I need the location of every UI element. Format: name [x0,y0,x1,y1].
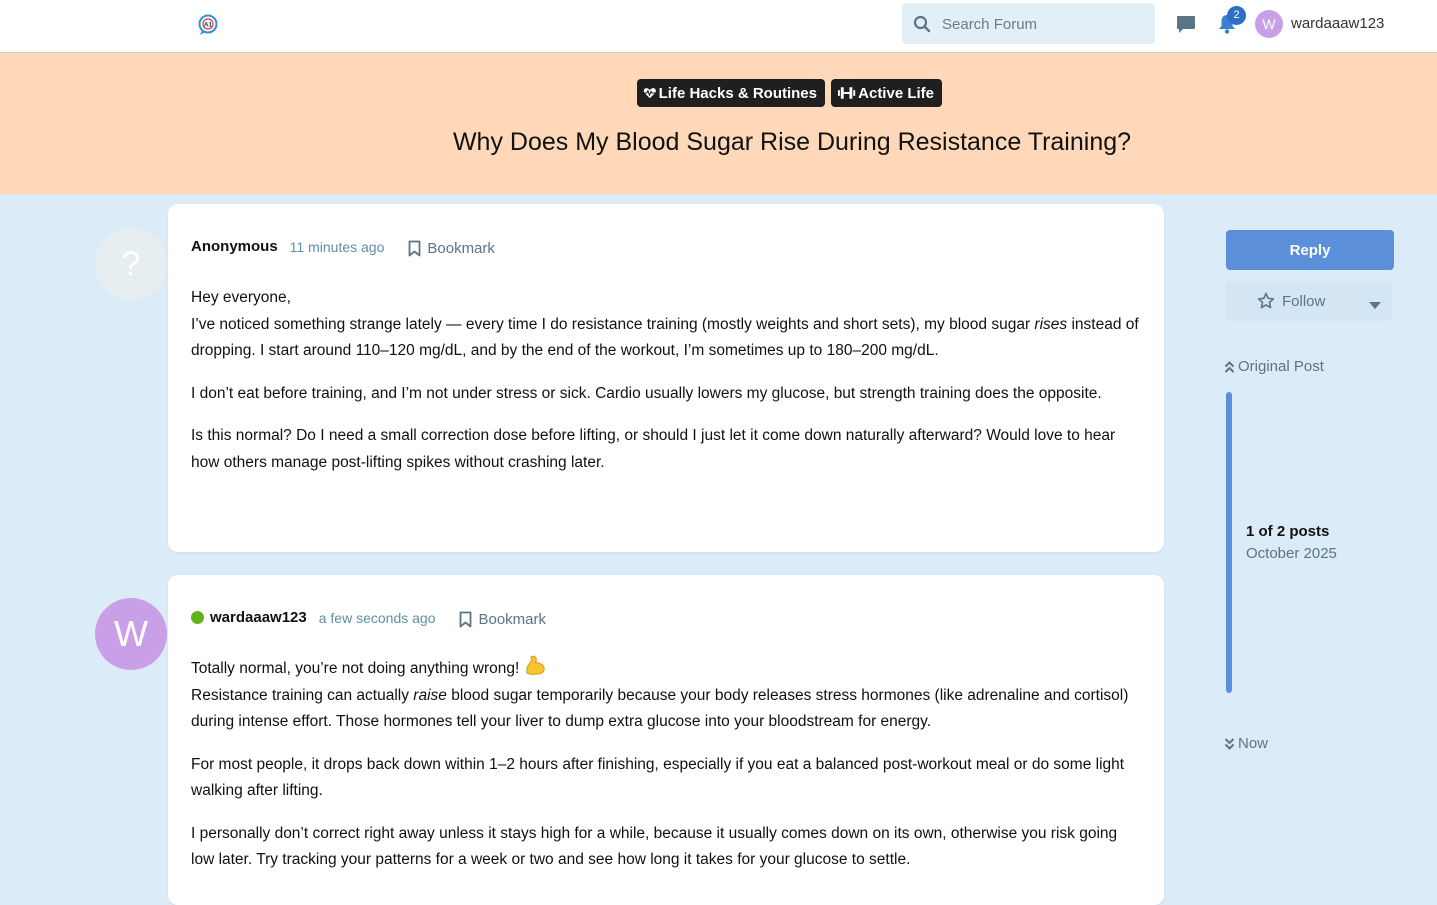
chevron-down-icon[interactable] [1369,297,1381,315]
bookmark-icon [460,611,472,628]
follow-button[interactable]: Follow [1226,281,1392,321]
post-meta: wardaaaw123 a few seconds ago Bookmark [191,607,546,628]
now-label: Now [1238,735,1269,752]
user-avatar[interactable]: W [1255,10,1283,38]
original-post-label: Original Post [1238,358,1324,375]
double-chevron-down-icon [1224,737,1235,750]
bookmark-button[interactable]: Bookmark [459,611,546,628]
svg-text:A1: A1 [204,22,213,29]
timeline-scrubber[interactable] [1226,392,1232,693]
follow-label: Follow [1282,292,1326,310]
bookmark-label: Bookmark [427,240,495,257]
thread-hero: Life Hacks & Routines Active Life Why Do… [0,53,1437,194]
bookmark-button[interactable]: Bookmark [408,240,495,257]
post-paragraph: Is this normal? Do I need a small correc… [191,427,1116,471]
post-greeting: Hey everyone, [191,289,291,306]
bookmark-icon [408,240,421,257]
original-post-link[interactable]: Original Post [1224,358,1324,375]
post-time[interactable]: 11 minutes ago [290,239,385,255]
thread-title: Why Does My Blood Sugar Rise During Resi… [452,128,1132,156]
wardaaaw123-avatar[interactable]: W [95,598,167,670]
post-body: Totally normal, you’re not doing anythin… [191,653,1141,890]
post-text: I’ve noticed something strange lately — … [191,315,1035,333]
tag-label: Life Hacks & Routines [658,84,817,102]
post-emphasis: rises [1034,315,1068,333]
post-card: Anonymous 11 minutes ago Bookmark Hey ev… [168,204,1164,552]
post-time[interactable]: a few seconds ago [319,610,436,626]
search-icon [913,15,931,33]
post-emphasis: raise [413,686,447,704]
post-paragraph: I don’t eat before training, and I’m not… [191,384,1102,402]
messages-icon[interactable] [1175,13,1197,35]
post-author[interactable]: wardaaaw123 [210,609,307,626]
post-meta: Anonymous 11 minutes ago Bookmark [191,236,495,257]
timeline-post-date: October 2025 [1246,545,1337,562]
follow-main[interactable]: Follow [1257,292,1325,310]
double-chevron-up-icon [1224,360,1235,373]
notification-count-badge: 2 [1227,6,1246,25]
online-status-indicator [191,611,204,624]
bookmark-label: Bookmark [478,611,547,628]
post-text: Totally normal, you’re not doing anythin… [191,660,520,677]
tag-active-life[interactable]: Active Life [831,79,942,107]
heart-pulse-icon [643,88,656,99]
anonymous-avatar: ? [95,228,167,300]
post-card: wardaaaw123 a few seconds ago Bookmark T… [168,575,1164,905]
dumbbell-icon [837,87,856,99]
tag-life-hacks[interactable]: Life Hacks & Routines [637,79,825,107]
search-input[interactable] [940,3,1149,46]
reply-button[interactable]: Reply [1226,230,1394,270]
now-link[interactable]: Now [1224,735,1268,752]
post-paragraph: I personally don’t correct right away un… [191,824,1118,869]
search-box[interactable] [902,3,1155,46]
post-body: Hey everyone, I’ve noticed something stra… [191,285,1141,492]
tag-label: Active Life [858,84,934,102]
forum-logo-icon[interactable]: A1 [197,14,219,36]
username-label[interactable]: wardaaaw123 [1291,15,1384,32]
post-text: Resistance training can actually [191,686,414,704]
star-icon [1257,292,1275,309]
flexed-biceps-icon [523,653,547,677]
post-author[interactable]: Anonymous [191,238,278,255]
post-paragraph: For most people, it drops back down with… [191,755,1125,800]
timeline-post-count: 1 of 2 posts [1246,523,1330,540]
top-navbar: A1 2 W wardaaaw123 [0,0,1437,53]
